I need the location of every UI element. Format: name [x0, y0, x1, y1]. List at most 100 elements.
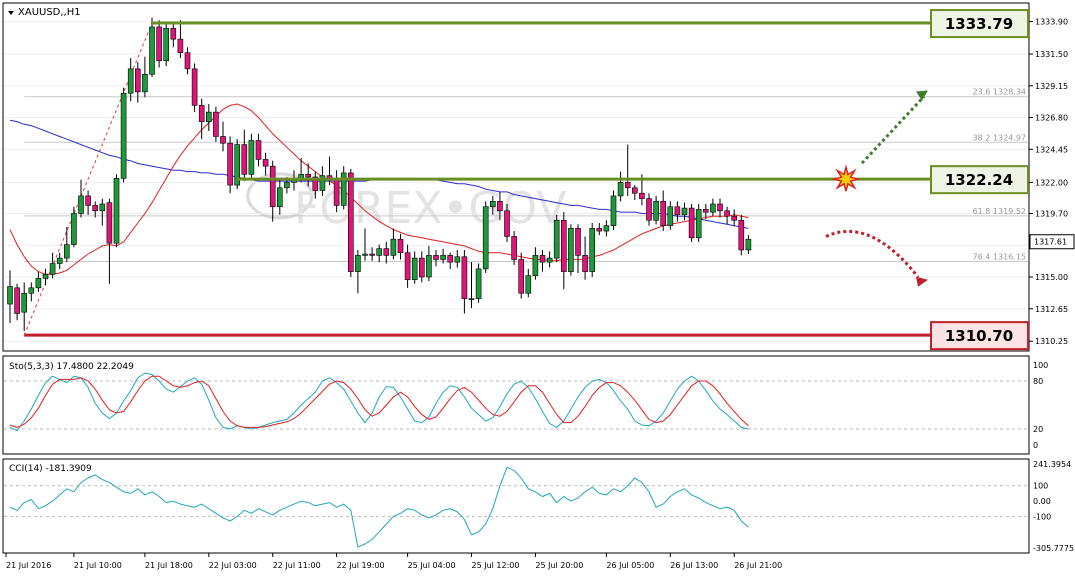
candle	[482, 201, 489, 273]
cci-axis-label: -100	[1033, 512, 1051, 521]
candle-body	[603, 225, 610, 232]
candle-body	[482, 206, 489, 270]
stochastic-axis-label: 100	[1033, 361, 1048, 370]
fib-level-label: 23.6 1328.34	[973, 88, 1026, 97]
candle-body	[617, 182, 624, 197]
candle-body	[92, 205, 98, 212]
price-axis-label: 1333.90	[1035, 18, 1068, 27]
candle-body	[390, 238, 397, 256]
candle-body	[163, 28, 169, 62]
candle-body	[99, 203, 106, 212]
candle-body	[191, 68, 198, 106]
chart-title: XAUUSD,,H1	[18, 7, 81, 18]
candle-body	[710, 203, 716, 213]
candle-body	[610, 195, 617, 226]
candle-body	[397, 238, 404, 253]
candle-body	[511, 236, 517, 260]
candle-body	[411, 257, 418, 281]
candle-body	[177, 38, 184, 53]
candle-body	[376, 248, 383, 256]
price-axis-label: 1329.15	[1035, 82, 1068, 91]
candle-body	[383, 248, 390, 256]
candle-body	[28, 287, 35, 294]
candle-body	[568, 228, 574, 272]
candle-body	[688, 207, 695, 239]
candle	[340, 166, 347, 210]
candle-body	[546, 257, 553, 263]
candle	[695, 204, 702, 242]
cci-axis-label: -305.7775	[1033, 544, 1074, 553]
candle	[163, 21, 169, 67]
candle-body	[113, 178, 120, 244]
resistance-level-value: 1333.79	[945, 15, 1013, 33]
candle	[688, 204, 695, 242]
candle	[191, 63, 198, 113]
current-price-label: 1317.61	[1034, 238, 1067, 247]
candle-body	[695, 209, 702, 239]
candle-body	[624, 182, 631, 189]
cci-axis-label: 241.3954	[1033, 460, 1071, 469]
candle-body	[262, 159, 269, 167]
candle-body	[355, 255, 361, 272]
candle-body	[560, 219, 567, 272]
candle-body	[702, 209, 709, 213]
candle-body	[170, 28, 177, 40]
candle-body	[42, 274, 49, 279]
candle-body	[149, 26, 155, 75]
price-axis-label: 1324.45	[1035, 145, 1068, 154]
candle-body	[653, 201, 659, 221]
time-axis-label: 21 Jul 18:00	[145, 561, 193, 570]
candle	[227, 136, 233, 194]
candle-body	[35, 278, 42, 289]
chart[interactable]: FOREX•GOV 23.6 1328.3438.2 1324.9761.8 1…	[0, 0, 1075, 578]
candle	[347, 168, 354, 278]
candle-body	[454, 256, 461, 263]
candle-body	[213, 111, 219, 137]
candle-body	[731, 215, 738, 221]
candle-body	[518, 259, 525, 294]
cci-axis-label: 100	[1033, 482, 1048, 491]
candle	[234, 139, 240, 190]
candle-body	[64, 244, 70, 259]
candle	[113, 174, 120, 248]
stochastic-axis-label: 0	[1033, 441, 1038, 450]
fib-level-label: 38.2 1324.97	[973, 133, 1026, 142]
candle-body	[639, 192, 645, 199]
candle-body	[85, 195, 91, 206]
candle-body	[596, 228, 603, 232]
candle-body	[589, 228, 596, 272]
candle-body	[426, 255, 432, 278]
candle-body	[198, 105, 205, 122]
candle-body	[646, 198, 652, 221]
candle-body	[418, 257, 425, 278]
cci-label: CCI(14) -181.3909	[9, 464, 92, 474]
time-axis-label: 25 Jul 20:00	[535, 561, 583, 570]
candle-body	[156, 26, 162, 62]
stochastic-axis-label: 80	[1033, 377, 1043, 386]
stochastic-axis-label: 20	[1033, 425, 1043, 434]
stochastic-label: Sto(5,3,3) 17.4800 22.2049	[9, 362, 134, 372]
breakout-burst-icon	[831, 164, 861, 192]
candle-body	[582, 255, 588, 272]
candle	[518, 252, 525, 299]
time-axis-label: 26 Jul 13:00	[670, 561, 718, 570]
candle	[156, 20, 162, 68]
candle	[553, 214, 560, 263]
candle-body	[738, 219, 745, 251]
candle	[568, 224, 574, 276]
candle	[120, 87, 127, 183]
candle-body	[127, 68, 134, 94]
candle-body	[404, 252, 411, 281]
candle-body	[575, 228, 581, 256]
candle-body	[21, 292, 28, 313]
candle	[213, 106, 219, 142]
candle-body	[78, 195, 84, 214]
candle-body	[553, 219, 560, 259]
candle-body	[674, 206, 681, 216]
candle-body	[269, 165, 276, 208]
candle	[248, 133, 255, 179]
price-axis-label: 1331.50	[1035, 50, 1068, 59]
time-axis-label: 22 Jul 19:00	[337, 561, 385, 570]
time-axis-label: 22 Jul 11:00	[273, 561, 321, 570]
candle-body	[333, 178, 340, 206]
